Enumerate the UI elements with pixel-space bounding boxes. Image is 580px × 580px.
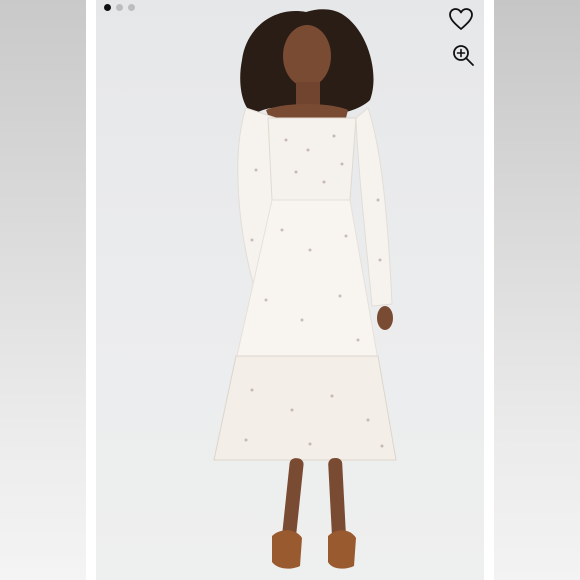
next-image-area[interactable] xyxy=(494,0,580,580)
carousel-dot-3[interactable] xyxy=(128,4,135,11)
zoom-button[interactable] xyxy=(448,40,478,70)
carousel-dot-1[interactable] xyxy=(104,4,111,11)
carousel-indicators xyxy=(104,4,135,11)
like-button[interactable] xyxy=(446,4,476,34)
heart-outline-icon xyxy=(449,8,473,30)
model-photo-illustration xyxy=(213,9,397,569)
product-image-viewer xyxy=(0,0,580,580)
product-photo[interactable] xyxy=(96,0,484,580)
carousel-dot-2[interactable] xyxy=(116,4,123,11)
zoom-in-icon xyxy=(453,45,474,66)
previous-image-area[interactable] xyxy=(0,0,86,580)
